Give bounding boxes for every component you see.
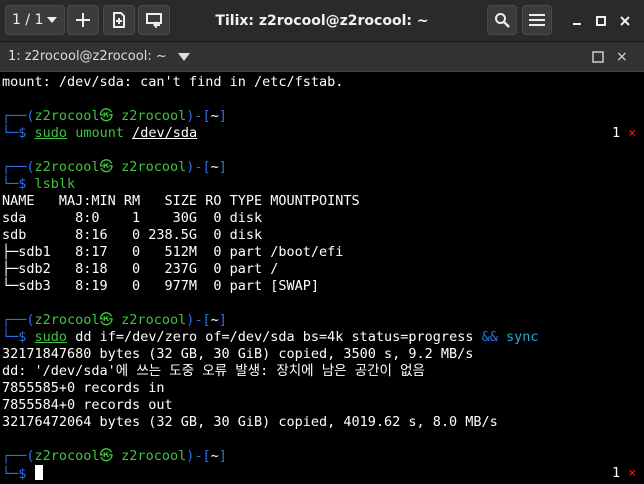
lsblk-row: └─sdb3 8:19 0 977M 0 part [SWAP] <box>2 278 319 294</box>
prompt-dir: ~ <box>210 448 219 464</box>
prompt-dir-close: ] <box>218 108 227 124</box>
prompt-dir-close: ] <box>218 448 227 464</box>
hamburger-icon <box>529 14 545 26</box>
prompt-dir-close: ] <box>218 159 227 175</box>
session-switcher-button[interactable]: 1 / 1 <box>5 5 65 35</box>
text-cursor <box>34 465 43 480</box>
maximize-icon <box>596 16 606 26</box>
close-button[interactable] <box>615 11 635 31</box>
output-line: 7855584+0 records out <box>2 397 173 413</box>
command-line[interactable]: └─$ 1 × <box>2 465 644 482</box>
prompt-symbol: $ <box>18 176 27 192</box>
command-operator: && <box>481 329 498 345</box>
exit-code: 1 <box>612 125 621 141</box>
prompt-symbol: $ <box>18 329 27 345</box>
minimize-icon <box>573 23 581 25</box>
prompt-dir-close: ] <box>218 312 227 328</box>
prompt-open: ( <box>26 159 35 175</box>
prompt-dir-open: [ <box>202 312 211 328</box>
prompt-top-line: ┌──(z2rocool㉿ z2rocool)-[~] <box>2 312 644 329</box>
session-label: 1 / 1 <box>12 12 44 28</box>
terminal-title[interactable]: 1: z2rocool@z2rocool: ~ <box>8 42 167 72</box>
command-text: dd if=/dev/zero of=/dev/sda bs=4k status… <box>67 329 482 345</box>
prompt-frame-top: ┌── <box>2 108 27 124</box>
lsblk-header: NAME MAJ:MIN RM SIZE RO TYPE MOUNTPOINTS <box>2 193 360 209</box>
search-icon <box>495 13 510 28</box>
minimize-button[interactable] <box>567 11 587 31</box>
prompt-top-line: ┌──(z2rocool㉿ z2rocool)-[~] <box>2 448 644 465</box>
window-title: Tilix: z2rocool@z2rocool: ~ <box>215 13 429 29</box>
prompt-dir-open: [ <box>202 159 211 175</box>
command-sync: sync <box>497 329 539 345</box>
error-mark-icon: × <box>628 125 637 141</box>
lsblk-row: ├─sdb2 8:18 0 237G 0 part / <box>2 261 279 277</box>
menu-button[interactable] <box>522 5 552 35</box>
prompt-top-line: ┌──(z2rocool㉿ z2rocool)-[~] <box>2 108 644 125</box>
new-window-icon <box>113 12 125 28</box>
output-line: 7855585+0 records in <box>2 380 165 396</box>
new-session-button[interactable] <box>103 5 135 35</box>
prompt-top-line: ┌──(z2rocool㉿ z2rocool)-[~] <box>2 159 644 176</box>
lsblk-row: sda 8:0 1 30G 0 disk <box>2 210 263 226</box>
output-line: 32171847680 bytes (32 GB, 30 GiB) copied… <box>2 346 474 362</box>
prompt-user-host: z2rocool㉿ z2rocool <box>34 159 187 175</box>
prompt-dir: ~ <box>210 159 219 175</box>
output-line: dd: '/dev/sda'에 쓰는 도중 오류 발생: 장치에 남은 공간이 … <box>2 363 425 379</box>
prompt-dir-open: [ <box>202 108 211 124</box>
prompt-dir: ~ <box>210 312 219 328</box>
prompt-open: ( <box>26 312 35 328</box>
command-arg: /dev/sda <box>132 125 198 141</box>
prompt-frame-bottom: └─ <box>2 466 19 482</box>
output-line: 32176472064 bytes (32 GB, 30 GiB) copied… <box>2 414 498 430</box>
maximize-button[interactable] <box>591 11 611 31</box>
terminal-header: 1: z2rocool@z2rocool: ~ × <box>0 42 644 72</box>
prompt-open: ( <box>26 108 35 124</box>
prompt-frame-top: ┌── <box>2 448 27 464</box>
prompt-user-host: z2rocool㉿ z2rocool <box>34 108 187 124</box>
command-sudo: sudo <box>34 329 68 345</box>
add-terminal-button[interactable] <box>67 5 99 35</box>
command-text: lsblk <box>34 176 76 192</box>
prompt-symbol: $ <box>18 125 27 141</box>
prompt-frame-bottom: └─ <box>2 125 19 141</box>
error-mark-icon: × <box>628 465 637 481</box>
prompt-open: ( <box>26 448 35 464</box>
terminal-close-icon[interactable]: × <box>616 49 630 65</box>
command-sudo: sudo <box>34 125 68 141</box>
terminal-menu-chevron-icon[interactable] <box>178 52 190 62</box>
window-titlebar: 1 / 1 Tilix: z2rocool@z2rocool: ~ <box>0 0 644 42</box>
exit-status: 1 × <box>612 125 636 142</box>
search-button[interactable] <box>487 5 517 35</box>
prompt-user-host: z2rocool㉿ z2rocool <box>34 448 187 464</box>
exit-code: 1 <box>612 465 621 481</box>
prompt-frame-bottom: └─ <box>2 329 19 345</box>
prompt-frame-top: ┌── <box>2 312 27 328</box>
terminal-output[interactable]: mount: /dev/sda: can't find in /etc/fsta… <box>0 72 644 484</box>
exit-status: 1 × <box>612 465 636 482</box>
output-line: mount: /dev/sda: can't find in /etc/fsta… <box>2 74 344 90</box>
close-icon <box>620 16 630 26</box>
plus-icon <box>76 13 90 27</box>
terminal-maximize-icon[interactable] <box>592 51 604 63</box>
broadcast-icon <box>146 13 162 28</box>
prompt-dir: ~ <box>210 108 219 124</box>
lsblk-row: ├─sdb1 8:17 0 512M 0 part /boot/efi <box>2 244 344 260</box>
prompt-user-host: z2rocool㉿ z2rocool <box>34 312 187 328</box>
prompt-symbol: $ <box>18 466 27 482</box>
prompt-frame-bottom: └─ <box>2 176 19 192</box>
prompt-dir-open: [ <box>202 448 211 464</box>
sync-input-button[interactable] <box>138 5 170 35</box>
lsblk-row: sdb 8:16 0 238.5G 0 disk <box>2 227 263 243</box>
prompt-frame-top: ┌── <box>2 159 27 175</box>
command-line: └─$ lsblk <box>2 176 644 193</box>
command-line: └─$ sudo umount /dev/sda 1 × <box>2 125 644 142</box>
command-text: umount <box>67 125 133 141</box>
chevron-down-icon <box>47 17 57 23</box>
command-line: └─$ sudo dd if=/dev/zero of=/dev/sda bs=… <box>2 329 644 346</box>
